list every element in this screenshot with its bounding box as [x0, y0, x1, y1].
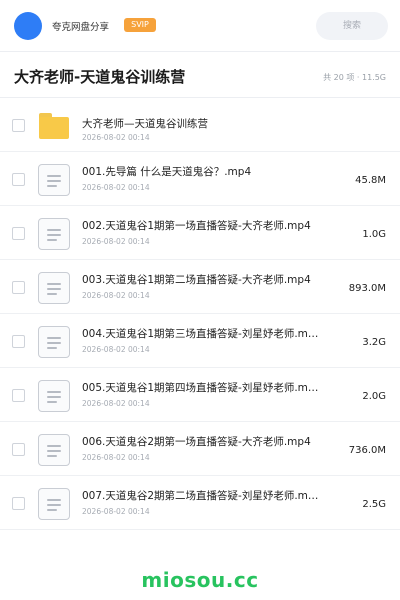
- folder-row[interactable]: 大齐老师—天道鬼谷训练营 2026-08-02 00:14: [0, 98, 400, 152]
- row-checkbox[interactable]: [12, 389, 25, 402]
- file-row[interactable]: 001.先导篇 什么是天道鬼谷？.mp4 2026-08-02 00:14 45.8…: [0, 152, 400, 206]
- folder-icon: [38, 110, 70, 142]
- svip-badge: SVIP: [124, 18, 156, 32]
- row-checkbox[interactable]: [12, 227, 25, 240]
- file-size: 736.0M: [348, 445, 386, 456]
- file-size: 2.5G: [362, 499, 386, 510]
- file-date: 2026-08-02 00:14: [82, 507, 150, 516]
- file-date: 2026-08-02 00:14: [82, 237, 150, 246]
- folder-header: 大齐老师-天道鬼谷训练营 共 20 项 · 11.5G: [0, 52, 400, 98]
- row-checkbox[interactable]: [12, 497, 25, 510]
- top-bar: 夸克网盘分享 SVIP 搜索: [0, 0, 400, 52]
- file-date: 2026-08-02 00:14: [82, 133, 150, 142]
- file-icon: [38, 434, 70, 466]
- file-size: 893.0M: [348, 283, 386, 294]
- file-size: 3.2G: [362, 337, 386, 348]
- file-date: 2026-08-02 00:14: [82, 453, 150, 462]
- file-icon: [38, 380, 70, 412]
- page-title: 大齐老师-天道鬼谷训练营: [14, 68, 186, 86]
- watermark: miosou.cc: [141, 568, 259, 592]
- file-icon: [38, 218, 70, 250]
- file-icon: [38, 326, 70, 358]
- file-name[interactable]: 003.天道鬼谷1期第二场直播答疑-大齐老师.mp4: [82, 272, 327, 287]
- file-row[interactable]: 005.天道鬼谷1期第四场直播答疑-刘星妤老师.m… 2026-08-02 00:…: [0, 368, 400, 422]
- row-checkbox[interactable]: [12, 281, 25, 294]
- file-date: 2026-08-02 00:14: [82, 183, 150, 192]
- file-row[interactable]: 002.天道鬼谷1期第一场直播答疑-大齐老师.mp4 2026-08-02 00:…: [0, 206, 400, 260]
- file-size: 45.8M: [355, 175, 386, 186]
- file-name[interactable]: 大齐老师—天道鬼谷训练营: [82, 116, 327, 131]
- file-name[interactable]: 005.天道鬼谷1期第四场直播答疑-刘星妤老师.m…: [82, 380, 327, 395]
- file-name[interactable]: 006.天道鬼谷2期第一场直播答疑-大齐老师.mp4: [82, 434, 327, 449]
- file-size: 1.0G: [362, 229, 386, 240]
- file-icon: [38, 488, 70, 520]
- row-checkbox[interactable]: [12, 335, 25, 348]
- file-row[interactable]: 004.天道鬼谷1期第三场直播答疑-刘星妤老师.m… 2026-08-02 00:…: [0, 314, 400, 368]
- file-list: 大齐老师—天道鬼谷训练营 2026-08-02 00:14 001.先导篇 什么是天…: [0, 98, 400, 530]
- file-date: 2026-08-02 00:14: [82, 399, 150, 408]
- file-date: 2026-08-02 00:14: [82, 345, 150, 354]
- brand-name: 夸克网盘分享: [52, 22, 110, 33]
- file-name[interactable]: 004.天道鬼谷1期第三场直播答疑-刘星妤老师.m…: [82, 326, 327, 341]
- folder-meta: 共 20 项 · 11.5G: [323, 73, 386, 82]
- file-date: 2026-08-02 00:14: [82, 291, 150, 300]
- file-size: 2.0G: [362, 391, 386, 402]
- avatar[interactable]: [14, 12, 42, 40]
- file-row[interactable]: 007.天道鬼谷2期第二场直播答疑-刘星妤老师.m… 2026-08-02 00:…: [0, 476, 400, 530]
- row-checkbox[interactable]: [12, 173, 25, 186]
- file-name[interactable]: 002.天道鬼谷1期第一场直播答疑-大齐老师.mp4: [82, 218, 327, 233]
- file-icon: [38, 164, 70, 196]
- file-name[interactable]: 001.先导篇 什么是天道鬼谷？.mp4: [82, 164, 327, 179]
- row-checkbox[interactable]: [12, 443, 25, 456]
- search-button[interactable]: 搜索: [316, 12, 388, 40]
- file-icon: [38, 272, 70, 304]
- file-row[interactable]: 003.天道鬼谷1期第二场直播答疑-大齐老师.mp4 2026-08-02 00:…: [0, 260, 400, 314]
- file-row[interactable]: 006.天道鬼谷2期第一场直播答疑-大齐老师.mp4 2026-08-02 00:…: [0, 422, 400, 476]
- row-checkbox[interactable]: [12, 119, 25, 132]
- file-name[interactable]: 007.天道鬼谷2期第二场直播答疑-刘星妤老师.m…: [82, 488, 327, 503]
